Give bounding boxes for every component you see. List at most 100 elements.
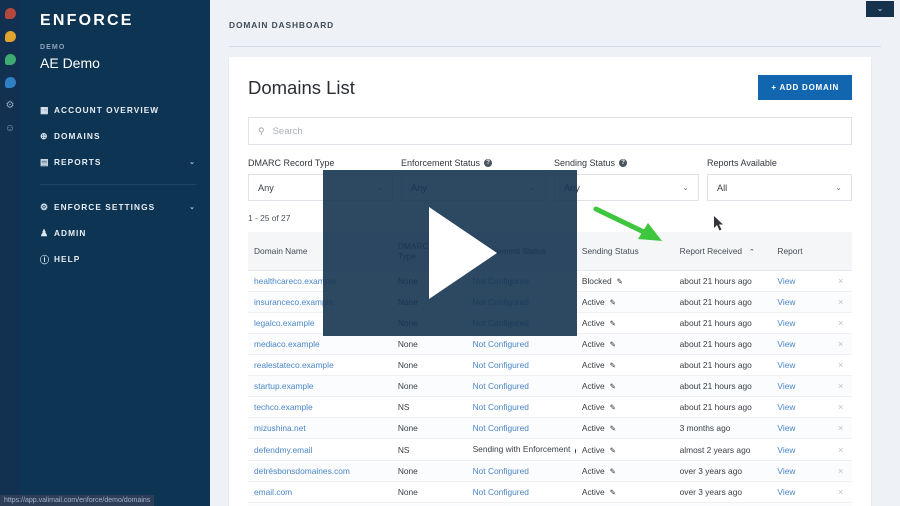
user-icon[interactable]: ☺ [4, 122, 17, 135]
app-icon-orange[interactable] [4, 30, 17, 43]
sidebar-item-domains[interactable]: ⊕ DOMAINS [20, 123, 210, 149]
edit-pencil-icon[interactable]: ✎ [610, 382, 616, 391]
enforcement-status-value[interactable]: Not Configured [473, 466, 529, 476]
remove-domain-button[interactable]: × [823, 354, 852, 376]
enforcement-status-value[interactable]: Not Configured [473, 339, 529, 349]
sidebar-item-account-overview[interactable]: ▦ ACCOUNT OVERVIEW [20, 97, 210, 123]
domain-link[interactable]: techco.example [254, 402, 313, 412]
col-report[interactable]: Report [771, 232, 824, 271]
view-report-link[interactable]: View [777, 423, 795, 433]
view-report-link[interactable]: View [777, 466, 795, 476]
cell-domain-name[interactable]: mediaco.example [248, 333, 392, 355]
cell-report[interactable]: View [771, 417, 824, 439]
cell-domain-name[interactable]: techco.example [248, 396, 392, 418]
edit-pencil-icon[interactable]: ✎ [610, 403, 616, 412]
domain-link[interactable]: defendmy.email [254, 445, 313, 455]
domain-link[interactable]: startup.example [254, 381, 314, 391]
cell-domain-name[interactable]: startup.example [248, 375, 392, 397]
sidebar-item-reports[interactable]: ▤ REPORTS ⌄ [20, 149, 210, 175]
search-input[interactable] [272, 125, 842, 137]
cell-enforcement-status[interactable]: Not Configured [466, 417, 576, 439]
edit-pencil-icon[interactable]: ✎ [617, 277, 623, 286]
remove-domain-button[interactable]: × [823, 333, 852, 355]
cell-report[interactable]: View [771, 481, 824, 503]
edit-pencil-icon[interactable]: ✎ [610, 319, 616, 328]
cell-report[interactable]: View [771, 396, 824, 418]
enforcement-status-value[interactable]: Not Configured [473, 402, 529, 412]
sidebar-item-admin[interactable]: ♟ ADMIN [20, 220, 210, 246]
col-sending-status[interactable]: Sending Status [575, 232, 674, 271]
remove-domain-button[interactable]: × [823, 417, 852, 439]
remove-domain-button[interactable]: × [823, 291, 852, 313]
edit-pencil-icon[interactable]: ✎ [610, 340, 616, 349]
view-report-link[interactable]: View [777, 297, 795, 307]
domain-link[interactable]: legalco.example [254, 318, 315, 328]
view-report-link[interactable]: View [777, 402, 795, 412]
cell-enforcement-status[interactable]: Sending with Enforcement ✓ [466, 438, 576, 461]
remove-domain-button[interactable]: × [823, 502, 852, 506]
edit-pencil-icon[interactable]: ✎ [610, 424, 616, 433]
cell-domain-name[interactable]: mizushina.net [248, 417, 392, 439]
search-box[interactable]: ⚲ [248, 117, 852, 145]
cell-report[interactable]: View [771, 291, 824, 313]
cell-enforcement-status[interactable]: Not Configured [466, 354, 576, 376]
cell-domain-name[interactable]: detrésbonsdomaines.com [248, 460, 392, 482]
add-domain-button[interactable]: + ADD DOMAIN [758, 75, 852, 100]
domain-link[interactable]: mediaco.example [254, 339, 320, 349]
remove-domain-button[interactable]: × [823, 312, 852, 334]
video-play-overlay[interactable] [323, 170, 577, 336]
view-report-link[interactable]: View [777, 360, 795, 370]
sidebar-item-enforce-settings[interactable]: ⚙ ENFORCE SETTINGS ⌄ [20, 194, 210, 220]
cell-domain-name[interactable]: realestateco.example [248, 354, 392, 376]
edit-pencil-icon[interactable]: ✎ [610, 361, 616, 370]
cell-enforcement-status[interactable]: Not Configured [466, 396, 576, 418]
cell-report[interactable]: View [771, 270, 824, 292]
edit-pencil-icon[interactable]: ✎ [610, 488, 616, 497]
remove-domain-button[interactable]: × [823, 396, 852, 418]
edit-pencil-icon[interactable]: ✎ [610, 446, 616, 455]
app-icon-blue[interactable] [4, 76, 17, 89]
view-report-link[interactable]: View [777, 339, 795, 349]
cell-enforcement-status[interactable]: Not Configured [466, 460, 576, 482]
domain-link[interactable]: email.com [254, 487, 292, 497]
domain-link[interactable]: insuranceco.example [254, 297, 333, 307]
help-icon[interactable]: ? [619, 159, 628, 167]
reports-available-select[interactable]: All ⌄ [707, 174, 852, 201]
help-icon[interactable]: ? [484, 159, 493, 167]
view-report-link[interactable]: View [777, 487, 795, 497]
view-report-link[interactable]: View [777, 381, 795, 391]
cell-report[interactable]: View [771, 438, 824, 461]
cell-enforcement-status[interactable]: Not Configured [466, 502, 576, 506]
view-report-link[interactable]: View [777, 276, 795, 286]
enforcement-status-value[interactable]: Not Configured [473, 487, 529, 497]
view-report-link[interactable]: View [777, 445, 795, 455]
enforcement-status-value[interactable]: Not Configured [473, 423, 529, 433]
remove-domain-button[interactable]: × [823, 438, 852, 461]
cell-enforcement-status[interactable]: Not Configured [466, 333, 576, 355]
remove-domain-button[interactable]: × [823, 270, 852, 292]
sidebar-item-help[interactable]: ⓘ HELP [20, 246, 210, 272]
edit-pencil-icon[interactable]: ✎ [610, 298, 616, 307]
cell-report[interactable]: View [771, 460, 824, 482]
cell-report[interactable]: View [771, 333, 824, 355]
cell-enforcement-status[interactable]: Not Configured [466, 481, 576, 503]
cell-report[interactable]: View [771, 375, 824, 397]
view-report-link[interactable]: View [777, 318, 795, 328]
domain-link[interactable]: mizushina.net [254, 423, 306, 433]
domain-link[interactable]: detrésbonsdomaines.com [254, 466, 350, 476]
app-icon-green[interactable] [4, 53, 17, 66]
edit-pencil-icon[interactable]: ✎ [610, 467, 616, 476]
cell-domain-name[interactable]: 名がドメイン.com [248, 502, 392, 506]
cell-report[interactable]: View [771, 312, 824, 334]
domain-link[interactable]: realestateco.example [254, 360, 334, 370]
window-menu-button[interactable]: ⌄ [866, 1, 894, 17]
cell-report[interactable]: View [771, 354, 824, 376]
gear-icon[interactable]: ⚙ [4, 99, 17, 112]
cell-domain-name[interactable]: email.com [248, 481, 392, 503]
enforcement-status-value[interactable]: Not Configured [473, 381, 529, 391]
cell-enforcement-status[interactable]: Not Configured [466, 375, 576, 397]
app-icon-red[interactable] [4, 7, 17, 20]
cell-domain-name[interactable]: defendmy.email [248, 438, 392, 461]
remove-domain-button[interactable]: × [823, 481, 852, 503]
col-report-received[interactable]: Report Received ⌃ [673, 232, 772, 271]
